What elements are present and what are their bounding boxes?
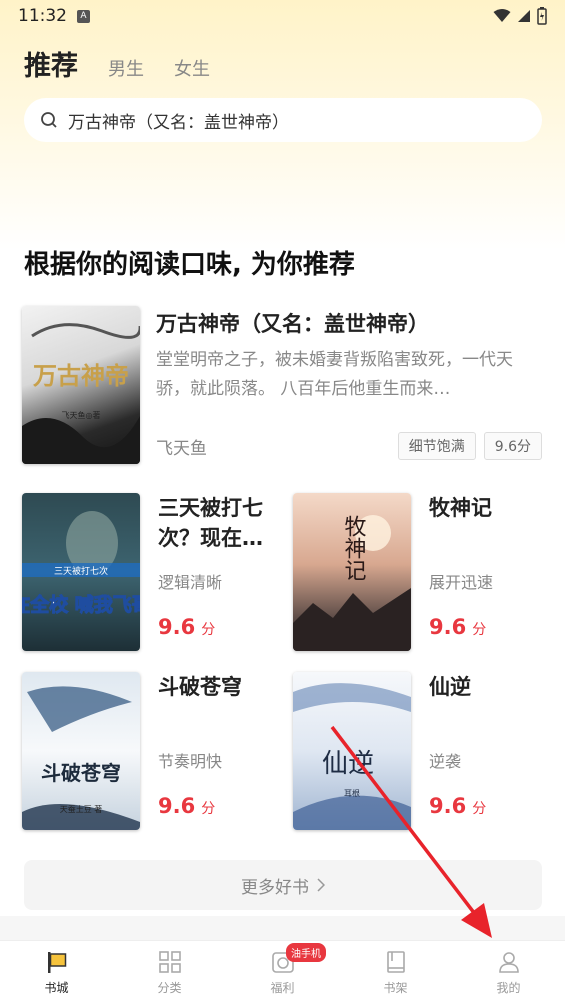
book-score-value: 9.6 [429, 615, 467, 639]
book-score: 9.6 分 [158, 794, 215, 818]
bottom-nav: 书城 分类 油手机 福利 书架 我的 [0, 940, 565, 1004]
featured-author: 飞天鱼 [156, 439, 207, 459]
nav-label: 我的 [496, 981, 521, 995]
tab-male[interactable]: 男生 [108, 55, 144, 81]
book-cover-text: 斗破苍穹 [41, 761, 121, 785]
search-input[interactable] [68, 110, 508, 130]
book-title[interactable]: 仙逆 [429, 672, 545, 702]
book-title[interactable]: 斗破苍穹 [158, 672, 274, 702]
book-cover-art: 斗破苍穹 天蚕土豆 著 [22, 686, 140, 830]
nav-label: 书城 [44, 981, 69, 995]
book-cover[interactable]: 仙逆 耳根 [293, 672, 411, 830]
nav-label: 福利 [270, 981, 295, 995]
book-title[interactable]: 三天被打七次？现在… [158, 493, 274, 553]
book-score-unit: 分 [472, 622, 487, 638]
wifi-icon [493, 9, 511, 22]
book-cover-text: 仙逆 [322, 749, 374, 779]
book-cover-art: 牧神记 [293, 515, 411, 651]
more-books-button[interactable]: 更多好书 [24, 860, 542, 910]
status-icons [493, 7, 547, 25]
tab-female[interactable]: 女生 [174, 55, 210, 81]
tag-detail: 细节饱满 [397, 432, 476, 460]
book-sub: 节奏明快 [158, 752, 223, 771]
book-cover-art: 仙逆 耳根 [293, 683, 411, 830]
book-score-value: 9.6 [158, 615, 196, 639]
book-score: 9.6 分 [429, 794, 486, 818]
book-sub: 展开迅速 [429, 573, 494, 592]
more-books-label: 更多好书 [241, 877, 309, 898]
featured-title[interactable]: 万古神帝（又名：盖世神帝） [156, 308, 429, 338]
featured-cover[interactable]: 万古神帝 飞天鱼◎著 [22, 306, 140, 464]
signal-icon [518, 10, 530, 22]
nav-bookstore[interactable]: 书城 [0, 941, 113, 1004]
search-bar[interactable] [24, 98, 542, 142]
book-sub: 逻辑清晰 [158, 573, 223, 592]
section-title: 根据你的阅读口味, 为你推荐 [24, 250, 355, 280]
featured-cover-art: 万古神帝 飞天鱼◎著 [22, 323, 140, 464]
book-card[interactable]: 三天被打七次 现在全校 喊我飞哥！ 三天被打七次？现在… 逻辑清晰 9.6 分 [22, 493, 272, 653]
top-tabs: 推荐 男生 女生 [24, 44, 210, 83]
book-cover[interactable]: 三天被打七次 现在全校 喊我飞哥！ [22, 493, 140, 651]
nav-welfare[interactable]: 油手机 福利 [226, 941, 339, 1004]
nav-label: 分类 [157, 981, 182, 995]
book-score-value: 9.6 [158, 794, 196, 818]
status-time: 11:32 A [18, 6, 90, 26]
book-cover-small: 耳根 [344, 788, 360, 798]
tab-recommend[interactable]: 推荐 [24, 44, 78, 83]
book-score-unit: 分 [201, 801, 216, 817]
clock: 11:32 [18, 6, 67, 26]
book-score: 9.6 分 [158, 615, 215, 639]
notification-a-icon: A [77, 9, 90, 23]
book-card[interactable]: 仙逆 耳根 仙逆 逆袭 9.6 分 [293, 672, 543, 832]
book-score-unit: 分 [201, 622, 216, 638]
nav-profile[interactable]: 我的 [452, 941, 565, 1004]
book-score: 9.6 分 [429, 615, 486, 639]
battery-icon [537, 7, 547, 25]
book-card[interactable]: 牧神记 牧神记 展开迅速 9.6 分 [293, 493, 543, 653]
book-icon [386, 951, 405, 973]
featured-desc: 堂堂明帝之子，被未婚妻背叛陷害致死，一代天骄，就此陨落。 八百年后他重生而来… [156, 350, 513, 399]
tag-score: 9.6分 [483, 432, 542, 460]
nav-label: 书架 [383, 981, 408, 995]
book-card[interactable]: 斗破苍穹 天蚕土豆 著 斗破苍穹 节奏明快 9.6 分 [22, 672, 272, 832]
nav-bookshelf[interactable]: 书架 [339, 941, 452, 1004]
grid-icon [158, 951, 181, 973]
featured-tags: 细节饱满 9.6分 [397, 432, 542, 460]
nav-category[interactable]: 分类 [113, 941, 226, 1004]
user-icon [498, 952, 519, 973]
featured-cover-title: 万古神帝 [33, 361, 129, 390]
search-icon [41, 112, 57, 128]
nav-badge: 油手机 [286, 943, 326, 962]
bookstore-flag-icon [47, 952, 66, 973]
book-cover[interactable]: 斗破苍穹 天蚕土豆 著 [22, 672, 140, 830]
chevron-right-icon [317, 878, 325, 892]
book-cover-text: 牧神记 [341, 515, 367, 581]
status-bar: 11:32 A [0, 0, 565, 32]
book-cover[interactable]: 牧神记 [293, 493, 411, 651]
book-score-unit: 分 [472, 801, 487, 817]
book-cover-art: 三天被打七次 现在全校 喊我飞哥！ [22, 511, 140, 617]
section-divider [0, 916, 565, 940]
featured-book[interactable]: 万古神帝 飞天鱼◎著 万古神帝（又名：盖世神帝） 堂堂明帝之子，被未婚妻背叛陷害… [22, 306, 542, 466]
book-cover-text: 现在全校 喊我飞哥！ [22, 593, 140, 616]
featured-cover-author: 飞天鱼◎著 [62, 410, 101, 420]
book-score-value: 9.6 [429, 794, 467, 818]
book-title[interactable]: 牧神记 [429, 493, 545, 523]
book-sub: 逆袭 [429, 752, 462, 771]
book-cover-small: 三天被打七次 [54, 565, 108, 577]
book-cover-small: 天蚕土豆 著 [60, 804, 103, 814]
